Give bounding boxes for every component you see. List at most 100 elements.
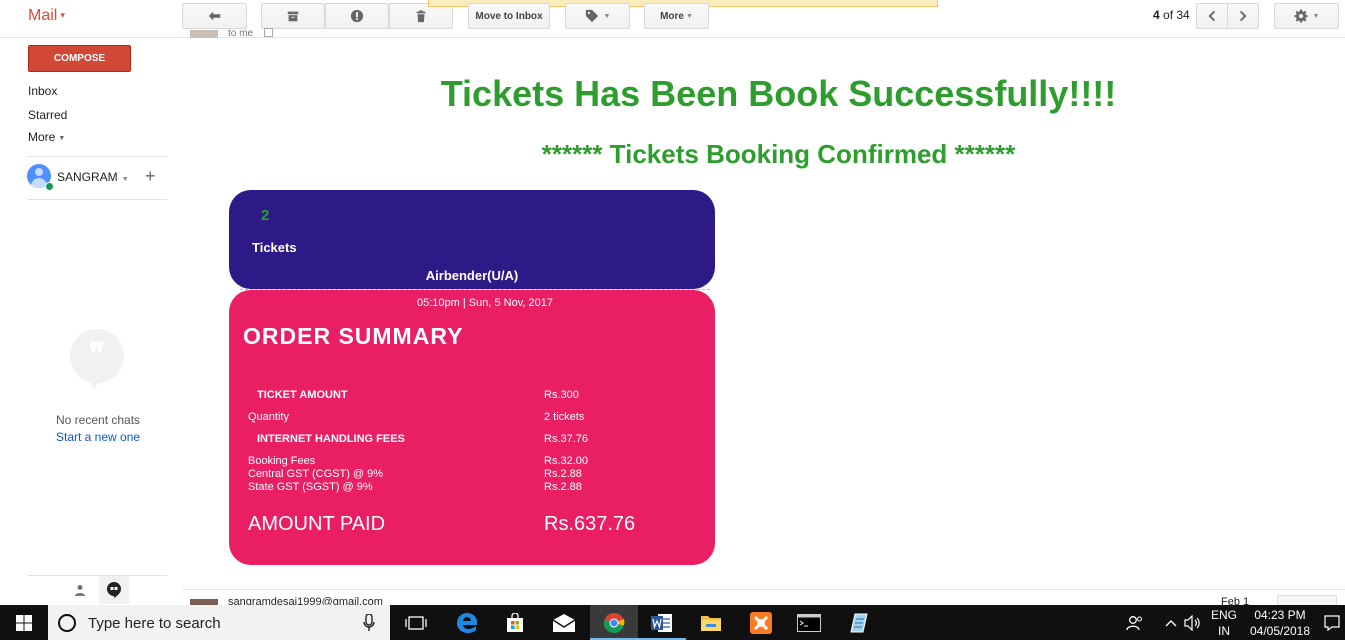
hangouts-account[interactable]: SANGRAM ▼ + <box>27 164 167 191</box>
movie-name: Airbender(U/A) <box>425 268 519 283</box>
sidebar-more-label: More <box>28 130 56 144</box>
trash-icon <box>416 10 426 23</box>
booking-headline: Tickets Has Been Book Successfully!!!! <box>440 73 1117 114</box>
people-button[interactable] <box>1120 605 1150 640</box>
back-button[interactable] <box>182 3 247 29</box>
hangouts-quote-icon: ❞ <box>70 329 124 389</box>
person-icon <box>75 585 85 596</box>
sidebar-item-starred[interactable]: Starred <box>28 108 67 122</box>
move-to-inbox-button[interactable]: Move to Inbox <box>468 3 550 29</box>
labels-button[interactable]: ▼ <box>565 3 630 29</box>
archive-button[interactable] <box>261 3 325 29</box>
recipient-text[interactable]: to me <box>228 28 253 39</box>
counter-total: of 34 <box>1163 8 1190 22</box>
chrome-browser-icon <box>603 612 625 633</box>
cgst-label: Central GST (CGST) @ 9% <box>248 468 384 480</box>
add-contact-icon[interactable]: + <box>145 166 156 187</box>
booking-fees-value: Rs.32.00 <box>544 455 589 467</box>
sidebar-item-more[interactable]: More ▼ <box>28 130 65 144</box>
mail-envelope-icon <box>552 613 576 632</box>
caret-down-icon: ▾ <box>60 10 65 20</box>
gear-icon <box>1293 9 1308 23</box>
message-header-strip: to me <box>182 28 1345 42</box>
action-center-button[interactable] <box>1318 605 1345 640</box>
clock-date: 04/05/2018 <box>1249 624 1311 638</box>
older-button[interactable] <box>1227 3 1259 29</box>
sgst-value: Rs.2.88 <box>544 481 582 493</box>
account-name: SANGRAM ▼ <box>57 170 129 184</box>
input-language-indicator[interactable]: ENG IN <box>1207 607 1241 639</box>
quantity-label: Quantity <box>248 411 289 423</box>
message-counter: 4 of 34 <box>1153 8 1190 22</box>
taskbar-search-box[interactable]: Type here to search <box>48 605 390 640</box>
hangouts-icon <box>107 582 121 598</box>
edge-browser-icon <box>457 612 477 633</box>
mail-title: Mail <box>28 7 58 24</box>
contacts-tab[interactable] <box>65 576 95 604</box>
start-new-chat-link[interactable]: Start a new one <box>56 430 140 444</box>
tray-overflow-button[interactable] <box>1160 605 1182 640</box>
ticket-count-label: Tickets <box>252 240 297 255</box>
taskbar-word[interactable] <box>638 605 686 640</box>
store-bag-icon <box>507 612 523 632</box>
task-view-icon <box>405 615 427 630</box>
details-toggle[interactable] <box>264 28 273 37</box>
next-message-header[interactable]: sangramdesai1999@gmail.com Feb 1 <box>182 595 1345 609</box>
clock-time: 04:23 PM <box>1254 608 1306 622</box>
booking-subheadline: ****** Tickets Booking Confirmed ****** <box>541 139 1016 169</box>
word-icon <box>651 613 672 632</box>
taskbar-file-explorer[interactable] <box>687 605 735 640</box>
spam-icon <box>350 9 364 23</box>
archive-icon <box>287 11 299 22</box>
account-name-label: SANGRAM <box>57 170 118 184</box>
ticket-amount-label: TICKET AMOUNT <box>257 389 348 401</box>
ticket-perforation <box>240 289 710 290</box>
taskbar-xampp[interactable] <box>737 605 785 640</box>
label-tag-icon <box>585 9 598 23</box>
taskbar-clock[interactable]: 04:23 PM 04/05/2018 <box>1245 607 1315 639</box>
more-actions-button[interactable]: More ▼ <box>644 3 709 29</box>
task-view-button[interactable] <box>392 605 440 640</box>
mail-menu[interactable]: Mail ▾ <box>28 7 65 25</box>
chevron-left-icon <box>1208 10 1216 22</box>
chevron-right-icon <box>1239 10 1247 22</box>
hangouts-tab[interactable] <box>99 576 129 604</box>
sidebar-divider <box>27 156 167 157</box>
taskbar-notepad[interactable] <box>834 605 882 640</box>
report-spam-button[interactable] <box>325 3 389 29</box>
start-button[interactable] <box>0 605 48 640</box>
back-arrow-icon <box>208 11 220 21</box>
microphone-icon[interactable] <box>363 614 375 632</box>
taskbar-store[interactable] <box>491 605 539 640</box>
windows-taskbar: Type here to search ENG IN 04:23 PM 04/0… <box>0 605 1345 640</box>
chat-tabs <box>27 575 167 604</box>
taskbar-edge[interactable] <box>443 605 491 640</box>
more-actions-label: More <box>660 10 684 22</box>
gmail-window: Mail ▾ Move to Inbox ▼ More ▼ 4 of 34 ▼ … <box>0 0 1345 640</box>
volume-button[interactable] <box>1182 605 1204 640</box>
counter-current: 4 <box>1153 8 1160 22</box>
windows-logo-icon <box>16 614 32 631</box>
taskbar-chrome[interactable] <box>590 605 638 640</box>
message-divider <box>182 589 1345 590</box>
compose-button[interactable]: COMPOSE <box>28 45 131 72</box>
taskbar-mail[interactable] <box>540 605 588 640</box>
taskbar-command-prompt[interactable] <box>785 605 833 640</box>
xampp-icon <box>750 611 772 634</box>
newer-button[interactable] <box>1196 3 1228 29</box>
folder-icon <box>701 615 721 631</box>
notification-icon <box>1323 614 1340 631</box>
handling-fees-value: Rs.37.76 <box>544 433 589 445</box>
sidebar-item-inbox[interactable]: Inbox <box>28 84 57 98</box>
ticket-count: 2 <box>261 207 270 224</box>
cgst-value: Rs.2.88 <box>544 468 582 480</box>
sender-avatar <box>190 30 218 38</box>
people-icon <box>1126 615 1142 630</box>
chevron-up-icon <box>1165 619 1177 626</box>
ticket-amount-value: Rs.300 <box>544 389 579 401</box>
sidebar-divider <box>27 199 167 200</box>
search-placeholder: Type here to search <box>88 615 221 632</box>
settings-button[interactable]: ▼ <box>1274 3 1339 29</box>
no-recent-chats-text: No recent chats <box>56 413 141 427</box>
compose-label: COMPOSE <box>53 53 106 64</box>
